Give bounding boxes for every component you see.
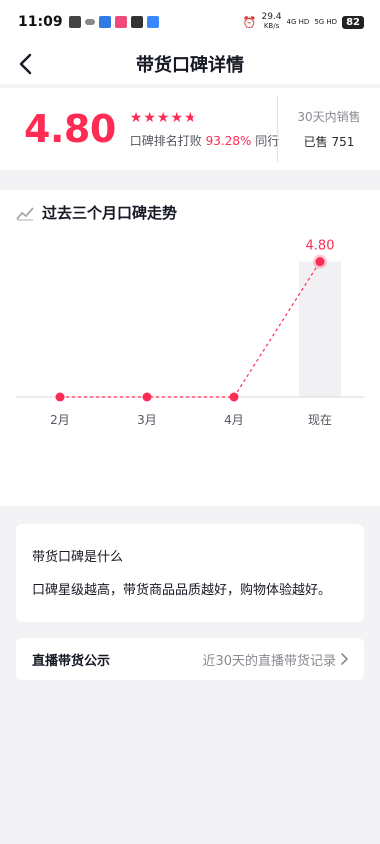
status-bar: 11:09 ⏰ 29.4 KB/s 4G HD 5G HD 82 <box>0 0 380 44</box>
data-label: 4.80 <box>306 239 335 254</box>
star-icon: ★ <box>129 109 143 126</box>
page-header: 带货口碑详情 <box>0 44 380 84</box>
chevron-right-icon <box>341 653 348 665</box>
pink-app-icon <box>114 16 127 28</box>
alarm-icon: ⏰ <box>242 15 257 29</box>
net-speed-unit: KB/s <box>263 22 280 30</box>
broadcast-label: 直播带货公示 <box>32 653 111 669</box>
half-star-icon: ★ <box>184 109 197 126</box>
trend-line <box>60 261 321 398</box>
trend-card: 过去三个月口碑走势 4.80 2月 3月 4月 现在 <box>0 190 380 506</box>
info-card: 带货口碑是什么 口碑星级越高，带货商品品质越好，购物体验越好。 <box>16 524 364 622</box>
sales-summary: 30天内销售 已售 751 <box>278 88 380 170</box>
star-icon: ★ <box>143 109 156 126</box>
trend-chart: 4.80 2月 3月 4月 现在 <box>16 239 364 427</box>
data-point <box>142 392 152 402</box>
signal-b-icon: 5G HD <box>314 18 338 26</box>
info-title: 带货口碑是什么 <box>32 550 124 565</box>
star-icon: ★ <box>156 109 170 126</box>
rating-detail: ★ ★ ★ ★ ★ 口碑排名打败 93.28% 同行 <box>130 110 279 149</box>
status-right: ⏰ 29.4 KB/s 4G HD 5G HD 82 <box>243 13 364 31</box>
sales-value: 已售 751 <box>303 135 355 149</box>
broadcast-link[interactable]: 近30天的直播带货记录 <box>202 650 348 669</box>
x-tick-label: 3月 <box>137 413 157 427</box>
data-point <box>55 392 65 402</box>
rank-suffix: 同行 <box>255 133 280 148</box>
net-speed: 29.4 KB/s <box>262 13 282 31</box>
bird-notification-icon <box>84 19 95 25</box>
broadcast-record-row[interactable]: 直播带货公示 近30天的直播带货记录 <box>16 638 364 680</box>
broadcast-link-text: 近30天的直播带货记录 <box>202 653 336 669</box>
sales-label: 30天内销售 <box>297 110 361 124</box>
current-period-bar <box>299 261 341 397</box>
battery-icon: 82 <box>342 15 364 29</box>
blue-app-icon <box>98 16 111 28</box>
x-tick-label: 4月 <box>224 413 244 427</box>
star-rating: ★ ★ ★ ★ ★ <box>130 110 279 126</box>
info-description: 口碑星级越高，带货商品品质越好，购物体验越好。 <box>32 583 332 598</box>
rank-text: 口碑排名打败 93.28% 同行 <box>130 132 279 149</box>
status-time: 11:09 <box>18 14 63 30</box>
mail-icon <box>130 16 143 28</box>
x-tick-label: 2月 <box>50 413 70 427</box>
star-icon: ★ <box>170 109 184 126</box>
notification-icons <box>68 16 159 28</box>
page-title: 带货口碑详情 <box>136 55 244 76</box>
rating-score: 4.80 <box>24 107 116 151</box>
app-notification-icon <box>68 16 81 28</box>
task-app-icon <box>146 16 159 28</box>
net-speed-value: 29.4 <box>261 12 282 22</box>
data-point <box>315 257 325 267</box>
rank-prefix: 口碑排名打败 <box>129 133 202 148</box>
data-point <box>229 392 239 402</box>
rank-percent: 93.28% <box>205 133 252 148</box>
rating-summary: 4.80 ★ ★ ★ ★ ★ 口碑排名打败 93.28% 同行 30天内销售 已… <box>0 88 380 170</box>
x-tick-label: 现在 <box>308 413 332 427</box>
back-button[interactable] <box>12 50 40 78</box>
signal-a-icon: 4G HD <box>286 18 310 26</box>
chevron-left-icon <box>19 53 32 75</box>
